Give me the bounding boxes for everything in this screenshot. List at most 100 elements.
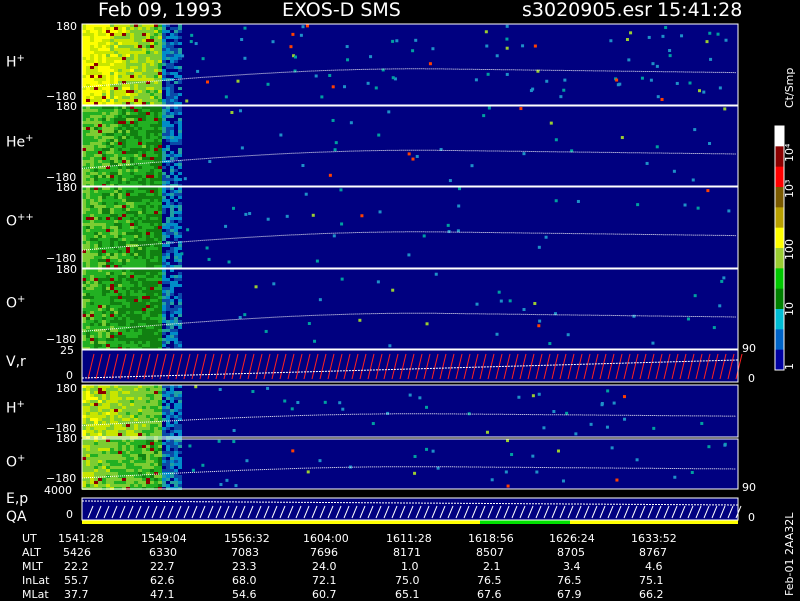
data-cell (98, 466, 102, 469)
data-cell (118, 424, 122, 427)
data-cell (414, 38, 418, 42)
data-cell (82, 344, 86, 347)
panel-label-opp: O++ (6, 212, 34, 230)
data-cell (110, 275, 114, 278)
data-cell (94, 275, 98, 278)
data-cell (174, 27, 178, 30)
data-cell (174, 259, 178, 262)
data-cell (174, 281, 178, 284)
data-cell (181, 54, 185, 58)
data-cell (162, 154, 166, 157)
data-cell (178, 66, 182, 69)
data-cell (134, 145, 138, 148)
data-cell (126, 394, 130, 397)
data-cell (82, 69, 86, 72)
data-cell (134, 172, 138, 175)
data-cell (134, 338, 138, 341)
data-cell (341, 407, 345, 411)
data-cell (146, 329, 150, 332)
data-cell (102, 48, 106, 51)
data-cell (158, 142, 162, 145)
data-cell (162, 287, 166, 290)
data-cell (170, 424, 174, 427)
data-cell (166, 478, 170, 481)
data-cell (158, 163, 162, 166)
data-cell (142, 484, 146, 487)
data-cell (106, 238, 110, 241)
colorbar-tick: 10 (783, 302, 796, 316)
data-cell (130, 205, 134, 208)
data-cell (142, 430, 146, 433)
data-cell (154, 181, 158, 184)
data-cell (349, 121, 353, 125)
data-cell (150, 196, 154, 199)
data-cell (98, 238, 102, 241)
data-cell (118, 69, 122, 72)
data-cell (98, 48, 102, 51)
data-cell (90, 109, 94, 112)
data-cell (130, 247, 134, 250)
data-cell (170, 33, 174, 36)
data-cell (98, 244, 102, 247)
data-cell (122, 181, 126, 184)
data-cell (162, 27, 166, 30)
data-cell (122, 472, 126, 475)
data-cell (154, 460, 158, 463)
data-cell (86, 308, 90, 311)
data-cell (114, 211, 118, 214)
data-cell (114, 442, 118, 445)
data-cell (146, 448, 150, 451)
data-cell (98, 259, 102, 262)
data-cell (146, 78, 150, 81)
data-cell (106, 466, 110, 469)
data-cell (126, 281, 130, 284)
data-cell (110, 262, 114, 265)
data-cell (174, 232, 178, 235)
data-cell (118, 181, 122, 184)
data-cell (154, 302, 158, 305)
data-cell (102, 421, 106, 424)
data-cell (158, 109, 162, 112)
data-cell (150, 475, 154, 478)
data-cell (126, 181, 130, 184)
data-cell (134, 115, 138, 118)
data-cell (118, 451, 122, 454)
data-cell (86, 344, 90, 347)
y-tick-bottom: −180 (46, 472, 77, 485)
data-cell (134, 45, 138, 48)
data-cell (98, 42, 102, 45)
data-cell (122, 124, 126, 127)
data-cell (114, 127, 118, 130)
data-cell (118, 412, 122, 415)
data-cell (118, 214, 122, 217)
data-cell (138, 223, 142, 226)
data-cell (86, 142, 90, 145)
data-cell (130, 403, 134, 406)
data-cell (162, 166, 166, 169)
data-cell (118, 430, 122, 433)
data-cell (138, 181, 142, 184)
data-cell (126, 418, 130, 421)
data-cell (178, 299, 182, 302)
data-cell (146, 93, 150, 96)
data-cell (94, 335, 98, 338)
data-cell (118, 121, 122, 124)
data-cell (150, 290, 154, 293)
data-cell (114, 181, 118, 184)
data-cell (130, 142, 134, 145)
data-cell (232, 440, 236, 444)
data-cell (122, 344, 126, 347)
data-cell (166, 484, 170, 487)
data-cell (606, 389, 610, 393)
data-cell (114, 469, 118, 472)
data-cell (134, 39, 138, 42)
data-cell (114, 81, 118, 84)
data-cell (146, 151, 150, 154)
data-cell (126, 229, 130, 232)
data-cell (94, 45, 98, 48)
data-cell (114, 45, 118, 48)
data-cell (110, 433, 114, 436)
data-cell (130, 317, 134, 320)
data-cell (170, 115, 174, 118)
data-cell (102, 235, 106, 238)
